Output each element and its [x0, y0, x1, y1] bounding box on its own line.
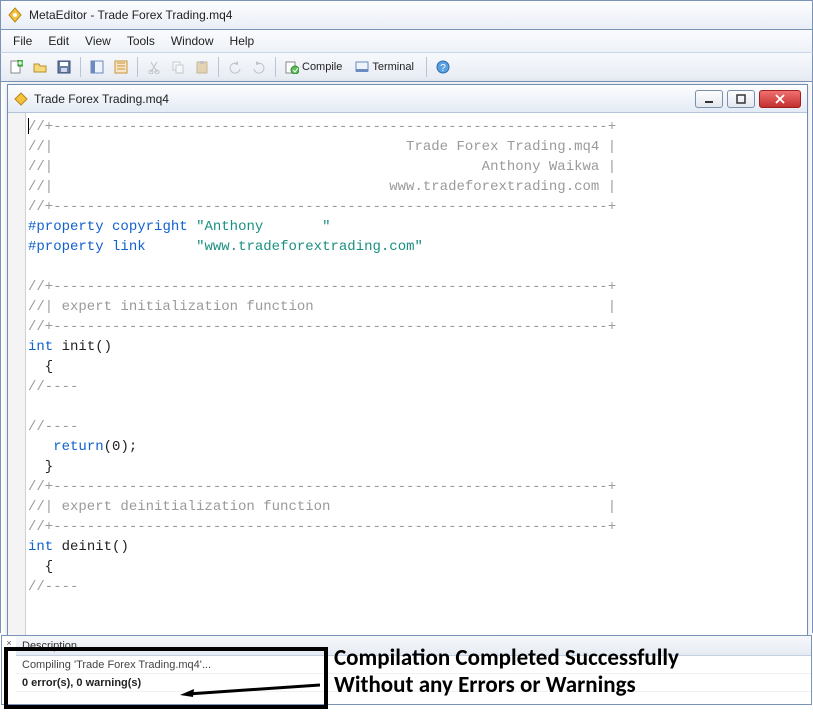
annotation-text: Compilation Completed Successfully Witho…	[334, 645, 679, 699]
document-titlebar[interactable]: Trade Forex Trading.mq4	[8, 85, 807, 113]
main-titlebar: MetaEditor - Trade Forex Trading.mq4	[0, 0, 813, 30]
menu-view[interactable]: View	[77, 32, 119, 50]
app-title: MetaEditor - Trade Forex Trading.mq4	[29, 8, 232, 22]
svg-text:?: ?	[440, 63, 446, 74]
menu-edit[interactable]: Edit	[40, 32, 77, 50]
compile-button[interactable]: Compile	[281, 56, 349, 78]
menu-window[interactable]: Window	[163, 32, 222, 50]
toolbar: Compile Terminal ?	[0, 52, 813, 82]
paste-button[interactable]	[191, 56, 213, 78]
compile-label: Compile	[302, 61, 342, 73]
menubar: File Edit View Tools Window Help	[0, 30, 813, 52]
terminal-label: Terminal	[372, 61, 414, 73]
document-window: Trade Forex Trading.mq4 //+-------------…	[7, 84, 808, 639]
redo-button[interactable]	[248, 56, 270, 78]
document-title: Trade Forex Trading.mq4	[34, 92, 689, 106]
save-button[interactable]	[53, 56, 75, 78]
copy-button[interactable]	[167, 56, 189, 78]
doc-close-button[interactable]	[759, 90, 801, 108]
doc-maximize-button[interactable]	[727, 90, 755, 108]
menu-file[interactable]: File	[5, 32, 40, 50]
menu-tools[interactable]: Tools	[119, 32, 163, 50]
editor-gutter	[8, 113, 26, 638]
new-file-button[interactable]	[5, 56, 27, 78]
menu-help[interactable]: Help	[222, 32, 263, 50]
mdi-client-area: Trade Forex Trading.mq4 //+-------------…	[0, 82, 813, 633]
app-icon	[7, 7, 23, 23]
code-editor[interactable]: //+-------------------------------------…	[8, 113, 807, 638]
doc-minimize-button[interactable]	[695, 90, 723, 108]
open-file-button[interactable]	[29, 56, 51, 78]
errors-panel-close-button[interactable]: ×	[4, 638, 14, 648]
code-content[interactable]: //+-------------------------------------…	[26, 113, 807, 638]
undo-button[interactable]	[224, 56, 246, 78]
document-icon	[14, 92, 28, 106]
cut-button[interactable]	[143, 56, 165, 78]
terminal-button[interactable]: Terminal	[351, 56, 421, 78]
toggle-navigator-button[interactable]	[86, 56, 108, 78]
toggle-toolbox-button[interactable]	[110, 56, 132, 78]
help-button[interactable]: ?	[432, 56, 454, 78]
